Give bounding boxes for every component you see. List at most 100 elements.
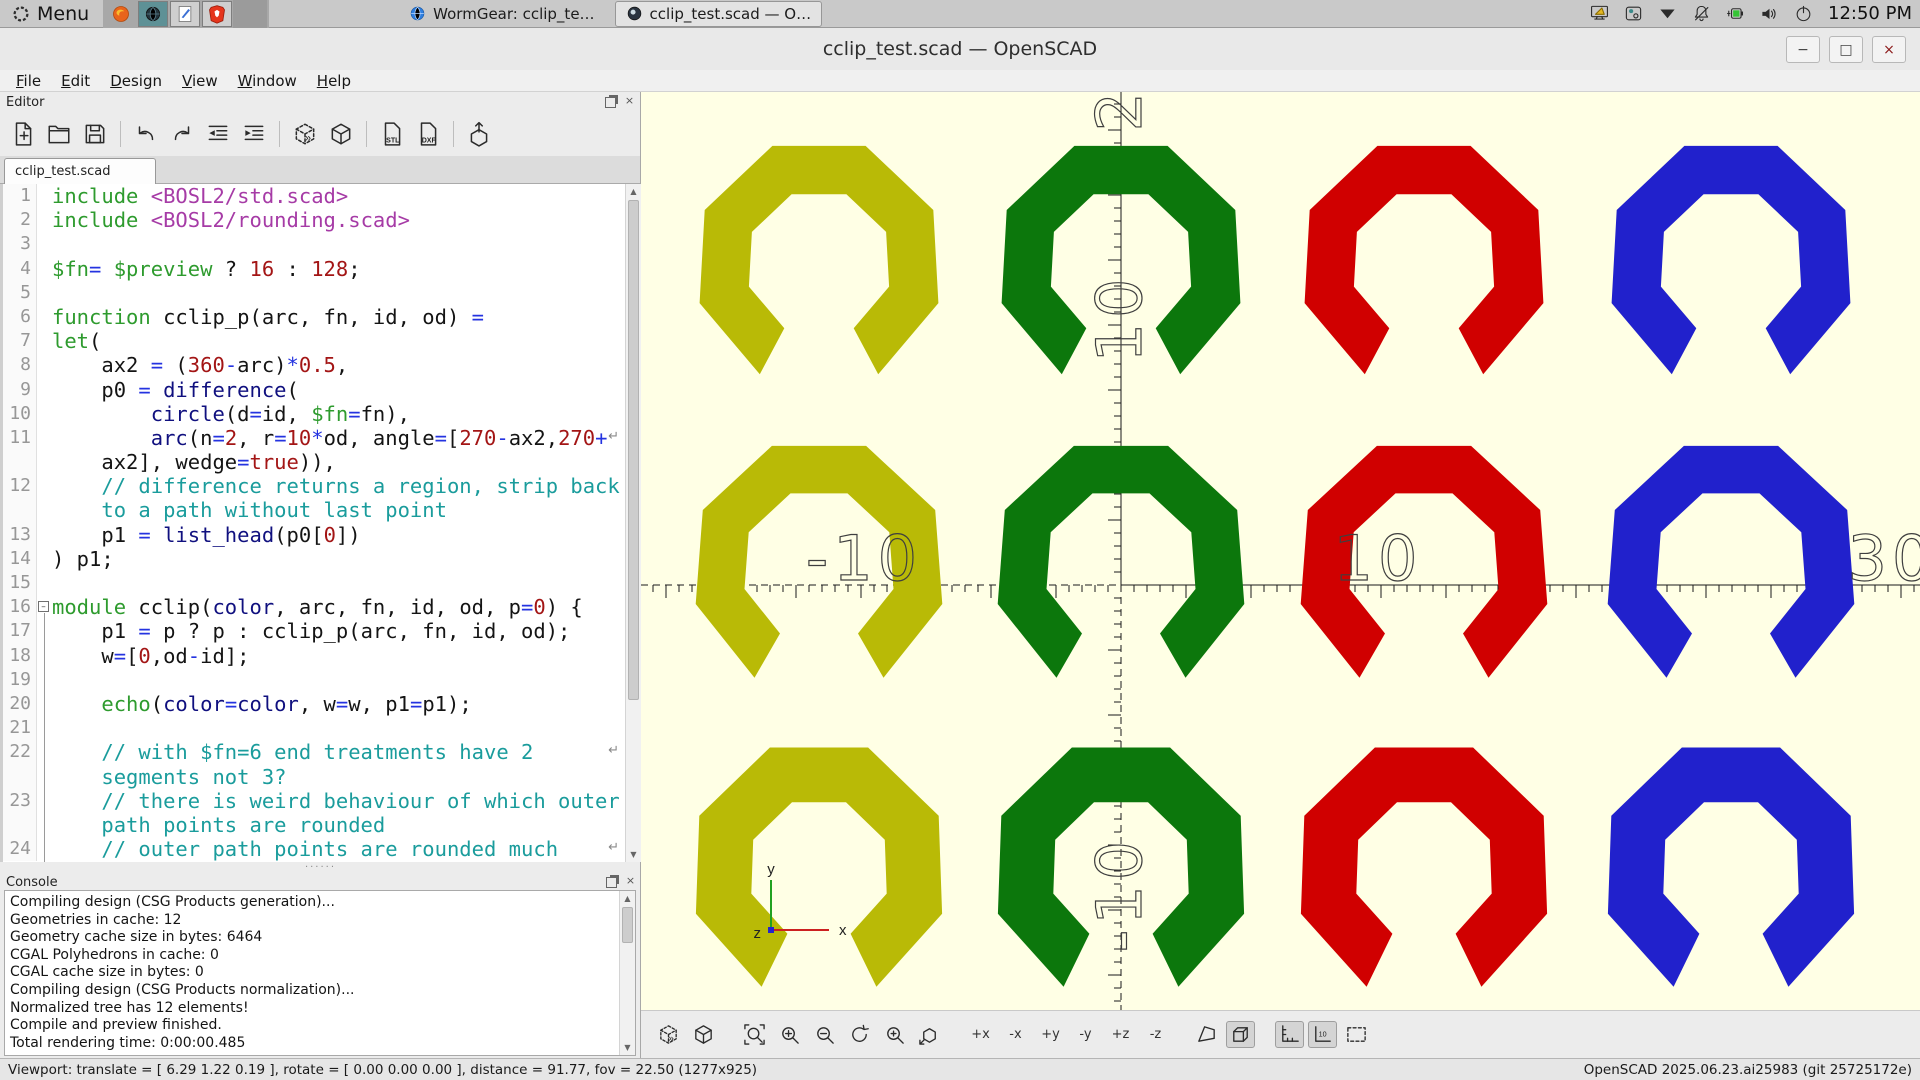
tab-cclip-test-scad[interactable]: cclip_test.scad bbox=[4, 158, 156, 184]
menu-window[interactable]: Window bbox=[228, 71, 307, 91]
code-editor[interactable]: 1include <BOSL2/std.scad>2include <BOSL2… bbox=[0, 184, 641, 862]
notifications-muted-tray-icon[interactable] bbox=[1692, 4, 1711, 23]
editor-toolbar: » STL DXF bbox=[0, 112, 640, 156]
maximize-button[interactable]: □ bbox=[1829, 36, 1863, 63]
taskbar-item-2[interactable]: cclip_test.scad — O… bbox=[615, 1, 823, 27]
menu-edit[interactable]: Edit bbox=[51, 71, 100, 91]
close-button[interactable]: × bbox=[1872, 36, 1906, 63]
unindent-button[interactable] bbox=[203, 119, 233, 149]
view-plus-y-button[interactable]: +y bbox=[1035, 1021, 1066, 1048]
viewport-canvas[interactable]: -1010302010-10yxz bbox=[641, 92, 1920, 1010]
orthographic-button[interactable] bbox=[1226, 1021, 1255, 1048]
undo-button[interactable] bbox=[131, 119, 161, 149]
editor-undock-icon[interactable] bbox=[604, 94, 617, 107]
code-line: 22 // with $fn=6 end treatments have 2↵ bbox=[3, 740, 641, 764]
cclip-shape bbox=[700, 146, 939, 374]
new-file-button[interactable] bbox=[8, 119, 38, 149]
desktop-panel: Menu WormGear: cclip_te… cclip_test.scad … bbox=[0, 0, 1920, 28]
selrect-icon bbox=[1345, 1023, 1368, 1046]
menu-file[interactable]: File bbox=[6, 71, 51, 91]
export-stl-button[interactable]: STL bbox=[377, 119, 407, 149]
view-center-button[interactable] bbox=[914, 1021, 945, 1048]
indent-button[interactable] bbox=[239, 119, 269, 149]
notes-app-launcher-icon[interactable] bbox=[170, 1, 200, 27]
console-scrollbar[interactable]: ▲ ▼ bbox=[619, 891, 635, 1055]
console-close-icon[interactable]: × bbox=[624, 874, 637, 887]
window-title-bar: cclip_test.scad — OpenSCAD − □ × bbox=[0, 28, 1920, 71]
code-line: 14) p1; bbox=[3, 547, 641, 571]
battery-charging-tray-icon[interactable] bbox=[1726, 4, 1745, 23]
view-minus-x-button[interactable]: -x bbox=[1000, 1021, 1031, 1048]
menu-design[interactable]: Design bbox=[100, 71, 172, 91]
show-scale-markers-button[interactable]: 10 bbox=[1308, 1021, 1337, 1048]
menu-view[interactable]: View bbox=[172, 71, 228, 91]
console-undock-icon[interactable] bbox=[605, 874, 618, 887]
viewport-status-text: Viewport: translate = [ 6.29 1.22 0.19 ]… bbox=[8, 1062, 757, 1078]
panel-splitter[interactable] bbox=[0, 862, 641, 872]
launcher-strip bbox=[103, 0, 269, 28]
send-to-print-button[interactable] bbox=[464, 119, 494, 149]
axis-view-label: +z bbox=[1112, 1027, 1130, 1042]
save-button[interactable] bbox=[80, 119, 110, 149]
zoom-in-button[interactable] bbox=[774, 1021, 805, 1048]
firefox-launcher-icon[interactable] bbox=[106, 1, 136, 27]
fold-toggle-icon[interactable]: – bbox=[38, 601, 49, 612]
3d-viewport[interactable]: -1010302010-10yxz » +x-x+y-y +z -z 10 bbox=[641, 92, 1920, 1058]
ortho-icon bbox=[1229, 1023, 1252, 1046]
menu-help[interactable]: Help bbox=[307, 71, 361, 91]
code-line: 8 ax2 = (360-arc)*0.5, bbox=[3, 353, 641, 377]
system-menu-button[interactable]: Menu bbox=[8, 0, 93, 28]
svg-text:z: z bbox=[754, 925, 762, 942]
view-plus-z-button[interactable]: +z bbox=[1105, 1021, 1136, 1048]
show-axes-button[interactable] bbox=[1275, 1021, 1304, 1048]
render-button[interactable] bbox=[326, 119, 356, 149]
clock[interactable]: 12:50 PM bbox=[1828, 3, 1912, 24]
preview-button[interactable]: » bbox=[653, 1021, 684, 1048]
view-all-button[interactable] bbox=[879, 1021, 910, 1048]
line-wrap-icon: ↵ bbox=[608, 840, 619, 856]
power-tray-icon bbox=[1794, 4, 1813, 23]
export-dxf-button[interactable]: DXF bbox=[413, 119, 443, 149]
view-minus-y-button[interactable]: -y bbox=[1070, 1021, 1101, 1048]
redo-button[interactable] bbox=[167, 119, 197, 149]
version-status-text: OpenSCAD 2025.06.23.ai25983 (git 2572517… bbox=[1584, 1062, 1912, 1078]
indent-icon bbox=[241, 121, 267, 147]
display-settings-tray-icon[interactable] bbox=[1590, 4, 1609, 23]
view-plus-x-button[interactable]: +x bbox=[965, 1021, 996, 1048]
editor-close-icon[interactable]: × bbox=[623, 94, 636, 107]
globe-app-launcher-icon[interactable] bbox=[138, 1, 168, 27]
axes-icon bbox=[1278, 1023, 1301, 1046]
code-line: 12 // difference returns a region, strip… bbox=[3, 474, 641, 498]
send-icon bbox=[466, 121, 492, 147]
brave-launcher-icon[interactable] bbox=[202, 1, 232, 27]
view-minus-z-button[interactable]: -z bbox=[1140, 1021, 1171, 1048]
zoom-all-button[interactable] bbox=[739, 1021, 770, 1048]
open-file-button[interactable] bbox=[44, 119, 74, 149]
zoom-out-button[interactable] bbox=[809, 1021, 840, 1048]
cube-icon bbox=[328, 121, 354, 147]
volume-tray-icon[interactable] bbox=[1760, 4, 1779, 23]
code-line: 6function cclip_p(arc, fn, id, od) = bbox=[3, 305, 641, 329]
editor-scrollbar[interactable]: ▲ ▼ bbox=[625, 184, 641, 862]
lxqt-logo-icon bbox=[12, 5, 30, 23]
console-panel: Console × Compiling design (CSG Products… bbox=[0, 872, 641, 1058]
console-line: Total rendering time: 0:00:00.485 bbox=[5, 1035, 635, 1053]
code-line: 24 // outer path points are rounded much… bbox=[3, 837, 641, 861]
cclip-shape bbox=[1305, 146, 1544, 374]
openscadtask-icon bbox=[626, 5, 643, 22]
toggles-tray-icon[interactable] bbox=[1624, 4, 1643, 23]
console-output[interactable]: Compiling design (CSG Products generatio… bbox=[4, 890, 636, 1056]
code-line-cont: to a path without last point bbox=[3, 498, 641, 522]
view-area-select-button[interactable] bbox=[1341, 1021, 1372, 1048]
zoomin-icon bbox=[778, 1023, 801, 1046]
stl-icon: STL bbox=[379, 121, 405, 147]
preview-button[interactable]: » bbox=[290, 119, 320, 149]
render-button[interactable] bbox=[688, 1021, 719, 1048]
minimize-button[interactable]: − bbox=[1786, 36, 1820, 63]
network-tray-icon[interactable] bbox=[1658, 4, 1677, 23]
power-tray-icon[interactable] bbox=[1794, 4, 1813, 23]
dxf-icon: DXF bbox=[415, 121, 441, 147]
perspective-button[interactable] bbox=[1191, 1021, 1222, 1048]
taskbar-item-1[interactable]: WormGear: cclip_te… bbox=[399, 2, 604, 26]
reset-view-button[interactable] bbox=[844, 1021, 875, 1048]
